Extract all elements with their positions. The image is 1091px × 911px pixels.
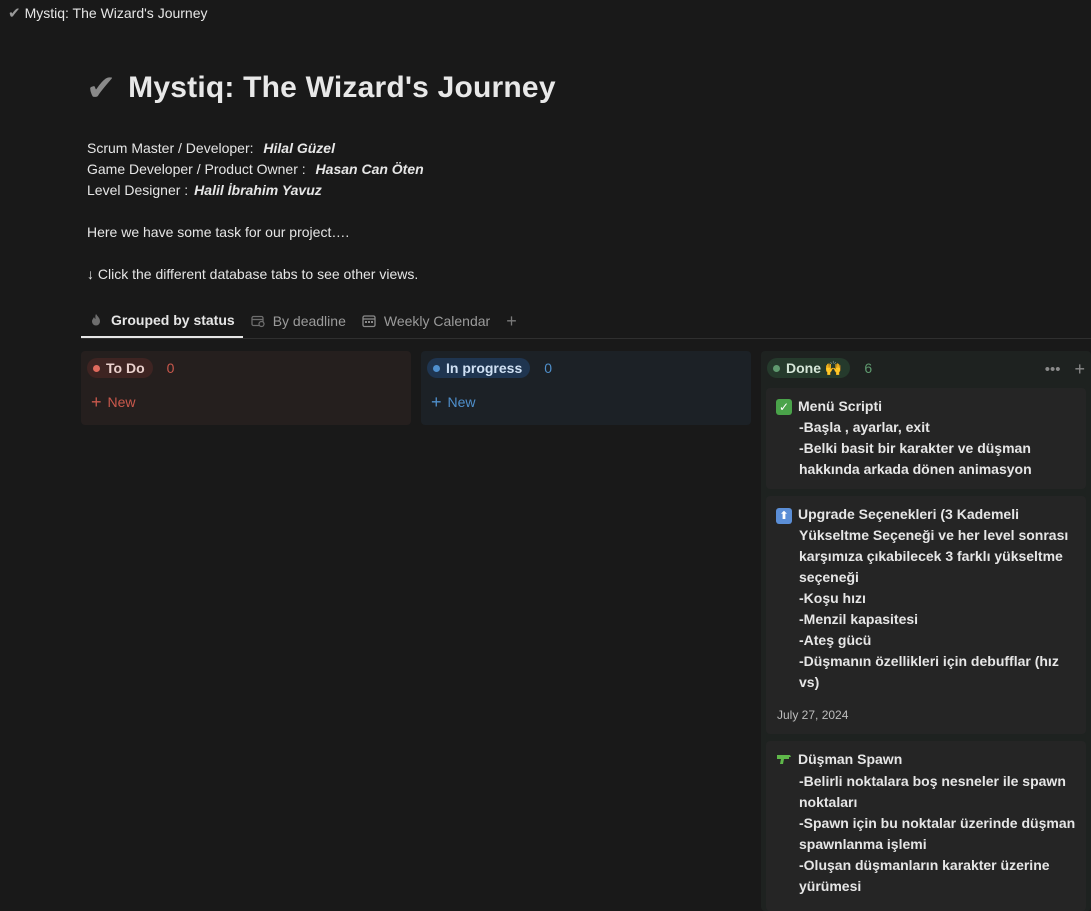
card-title: Düşman Spawn <box>798 751 903 767</box>
board-card[interactable]: ✓ Menü Scripti -Başla , ayarlar, exit -B… <box>766 388 1086 489</box>
team-role: Level Designer : <box>87 182 189 198</box>
team-role: Scrum Master / Developer: <box>87 140 258 156</box>
column-header: In progress 0 <box>421 351 751 385</box>
tab-weekly-calendar[interactable]: Weekly Calendar <box>354 304 498 338</box>
team-line: Scrum Master / Developer: Hilal Güzel <box>87 138 424 159</box>
tab-label: Grouped by status <box>111 312 235 328</box>
board-column-done: Done 🙌 6 ••• + ✓ Menü Scripti -Başla , a… <box>761 351 1091 911</box>
card-title-row: ✓ Menü Scripti <box>776 396 1076 417</box>
intro-text: Here we have some task for our project…. <box>87 224 350 240</box>
new-card-button[interactable]: + New <box>421 385 751 419</box>
more-options-icon[interactable]: ••• <box>1045 361 1061 378</box>
team-name: Hilal Güzel <box>263 140 335 156</box>
card-line: -Menzil kapasitesi <box>799 611 919 627</box>
card-title-row: ⬆ Upgrade Seçenekleri (3 Kademeli <box>776 504 1076 525</box>
fire-icon <box>89 313 103 327</box>
view-tabs: Grouped by status By deadline Weekly Cal… <box>81 304 1091 339</box>
card-line: spawnlanma işlemi <box>799 836 927 852</box>
new-label: New <box>107 394 136 410</box>
status-dot-icon <box>433 364 440 372</box>
column-count: 0 <box>166 360 175 376</box>
column-count: 0 <box>544 360 553 376</box>
plus-icon: + <box>91 391 102 412</box>
card-title-row: Düşman Spawn <box>776 749 1076 771</box>
check-box-icon: ✓ <box>776 396 798 417</box>
card-line: -Koşu hızı <box>799 590 866 606</box>
card-line: -Başla , ayarlar, exit <box>799 419 930 435</box>
card-line: -Düşmanın özellikleri için debufflar (hı… <box>799 653 1059 669</box>
column-actions: ••• + <box>1031 359 1085 380</box>
status-badge[interactable]: To Do <box>87 358 153 378</box>
status-label: To Do <box>106 360 145 376</box>
checkmark-icon: ✔ <box>8 5 21 22</box>
page-description: Scrum Master / Developer: Hilal Güzel Ga… <box>87 138 424 285</box>
team-line: Game Developer / Product Owner : Hasan C… <box>87 159 424 180</box>
status-label: Done 🙌 <box>786 359 843 376</box>
card-line: karşımıza çıkabilecek 3 farklı yükseltme <box>799 548 1063 564</box>
card-line: -Ateş gücü <box>799 632 872 648</box>
status-badge[interactable]: In progress <box>427 358 531 378</box>
card-line: -Belirli noktalara boş nesneler ile spaw… <box>799 773 1066 789</box>
add-view-icon[interactable]: + <box>498 311 525 332</box>
column-header: Done 🙌 6 ••• + <box>761 351 1091 385</box>
water-pistol-icon <box>776 749 798 771</box>
board-column-in-progress: In progress 0 + New <box>421 351 751 425</box>
column-count: 6 <box>864 360 873 376</box>
calendar-icon <box>362 314 376 328</box>
status-label: In progress <box>446 360 523 376</box>
card-date: July 27, 2024 <box>777 708 849 722</box>
card-title: Menü Scripti <box>798 398 883 414</box>
tab-grouped-by-status[interactable]: Grouped by status <box>81 304 243 338</box>
new-card-button[interactable]: + New <box>81 385 411 419</box>
status-badge[interactable]: Done 🙌 <box>767 358 851 378</box>
card-line: -Oluşan düşmanların karakter üzerine <box>799 857 1050 873</box>
hint-text: ↓ Click the different database tabs to s… <box>87 266 419 282</box>
card-line: vs) <box>799 674 820 690</box>
card-line: yürümesi <box>799 878 862 894</box>
checkmark-icon[interactable]: ✔ <box>86 70 116 106</box>
card-line: -Belki basit bir karakter ve düşman <box>799 440 1031 456</box>
window-title: Mystiq: The Wizard's Journey <box>24 5 208 21</box>
board-card[interactable]: ⬆ Upgrade Seçenekleri (3 Kademeli Yüksel… <box>766 496 1086 734</box>
page-heading[interactable]: Mystiq: The Wizard's Journey <box>128 71 556 105</box>
team-name: Hasan Can Öten <box>315 161 424 177</box>
tab-label: Weekly Calendar <box>383 313 491 329</box>
team-role: Game Developer / Product Owner : <box>87 161 310 177</box>
card-title: Upgrade Seçenekleri (3 Kademeli <box>798 506 1019 522</box>
card-line: -Spawn için bu noktalar üzerinde düşman <box>799 815 1076 831</box>
card-line: hakkında arkada dönen animasyon <box>799 461 1032 477</box>
board-card[interactable]: Düşman Spawn -Belirli noktalara boş nesn… <box>766 741 1086 911</box>
column-header: To Do 0 <box>81 351 411 385</box>
tab-label: By deadline <box>272 313 346 329</box>
board-column-todo: To Do 0 + New <box>81 351 411 425</box>
team-line: Level Designer : Halil İbrahim Yavuz <box>87 180 424 201</box>
card-line: Yükseltme Seçeneği ve her level sonrası <box>799 527 1069 543</box>
card-line: noktaları <box>799 794 858 810</box>
status-dot-icon <box>773 364 780 372</box>
new-label: New <box>447 394 476 410</box>
status-dot-icon <box>93 364 100 372</box>
plus-icon: + <box>431 391 442 412</box>
calendar-clock-icon <box>251 314 265 328</box>
team-name: Halil İbrahim Yavuz <box>194 182 322 198</box>
page-title: ✔ Mystiq: The Wizard's Journey <box>86 70 556 106</box>
card-line: seçeneği <box>799 569 859 585</box>
add-card-icon[interactable]: + <box>1074 359 1085 380</box>
window-title-bar: ✔ Mystiq: The Wizard's Journey <box>0 0 208 26</box>
up-arrow-box-icon: ⬆ <box>776 504 798 525</box>
tab-by-deadline[interactable]: By deadline <box>243 304 354 338</box>
